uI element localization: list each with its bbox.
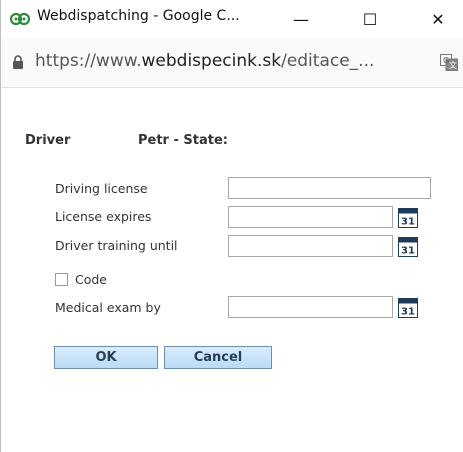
driver-heading: Driver bbox=[25, 133, 71, 148]
driving-license-input[interactable] bbox=[228, 177, 431, 199]
title-bar: Webdispatching - Google C... — ☐ ✕ bbox=[1, 0, 463, 38]
license-expires-input[interactable] bbox=[228, 206, 393, 228]
svg-text:31: 31 bbox=[401, 307, 415, 318]
lock-icon bbox=[13, 55, 23, 69]
svg-text:文: 文 bbox=[449, 60, 457, 70]
driver-training-until-label: Driver training until bbox=[55, 238, 178, 253]
driver-training-until-calendar-icon[interactable]: 31 bbox=[398, 237, 418, 257]
minimize-button[interactable]: — bbox=[278, 0, 324, 38]
maximize-button[interactable]: ☐ bbox=[347, 0, 393, 38]
driving-license-label: Driving license bbox=[55, 181, 148, 196]
url-text[interactable]: https://www.webdispecink.sk/editace_... bbox=[35, 51, 374, 71]
medical-exam-by-label: Medical exam by bbox=[55, 300, 161, 315]
medical-exam-by-input[interactable] bbox=[228, 296, 393, 318]
maximize-icon: ☐ bbox=[362, 9, 378, 29]
license-expires-label: License expires bbox=[55, 209, 152, 224]
translate-icon[interactable]: G 文 bbox=[440, 54, 458, 71]
ok-button[interactable]: OK bbox=[54, 346, 158, 369]
app-icon bbox=[10, 12, 30, 26]
svg-text:31: 31 bbox=[401, 246, 415, 257]
driver-training-until-input[interactable] bbox=[228, 235, 393, 257]
svg-text:31: 31 bbox=[401, 217, 415, 228]
form-area: Driver Petr - State: Driving license Lic… bbox=[1, 88, 463, 452]
close-button[interactable]: ✕ bbox=[415, 0, 461, 38]
close-icon: ✕ bbox=[431, 9, 445, 29]
window-title: Webdispatching - Google C... bbox=[37, 8, 240, 24]
address-bar[interactable]: https://www.webdispecink.sk/editace_... … bbox=[1, 38, 463, 88]
popup-window: Webdispatching - Google C... — ☐ ✕ https… bbox=[0, 0, 463, 452]
code-label: Code bbox=[75, 272, 108, 287]
code-checkbox[interactable] bbox=[55, 273, 68, 286]
medical-exam-by-calendar-icon[interactable]: 31 bbox=[398, 298, 418, 318]
driver-name: Petr - State: bbox=[138, 133, 228, 148]
license-expires-calendar-icon[interactable]: 31 bbox=[398, 208, 418, 228]
minimize-icon: — bbox=[293, 9, 309, 29]
cancel-button[interactable]: Cancel bbox=[164, 346, 272, 369]
